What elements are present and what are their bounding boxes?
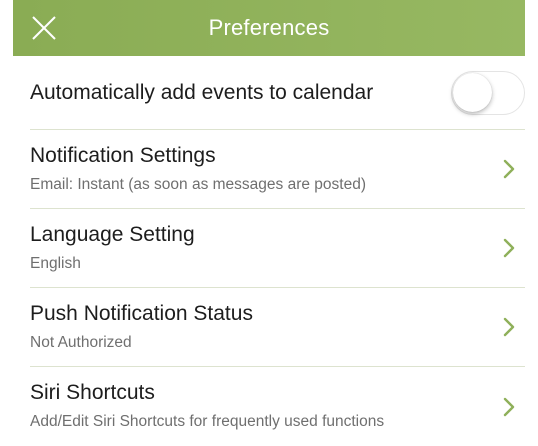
toggle-knob: [453, 72, 492, 112]
siri-shortcuts-row[interactable]: Siri Shortcuts Add/Edit Siri Shortcuts f…: [30, 367, 525, 446]
chevron-right-icon: [503, 238, 515, 258]
calendar-auto-add-row: Automatically add events to calendar: [30, 56, 525, 130]
push-notification-status-subtitle: Not Authorized: [30, 334, 132, 351]
nav-header: Preferences: [13, 0, 525, 56]
notification-settings-title: Notification Settings: [30, 144, 216, 167]
siri-shortcuts-subtitle: Add/Edit Siri Shortcuts for frequently u…: [30, 413, 385, 430]
language-setting-subtitle: English: [30, 255, 81, 272]
preferences-list: Automatically add events to calendar Not…: [30, 56, 525, 446]
close-button[interactable]: [27, 11, 61, 45]
chevron-right-icon: [503, 159, 515, 179]
siri-shortcuts-title: Siri Shortcuts: [30, 381, 155, 404]
chevron-right-icon: [503, 397, 515, 417]
language-setting-row[interactable]: Language Setting English: [30, 209, 525, 288]
push-notification-status-title: Push Notification Status: [30, 302, 253, 325]
page-title: Preferences: [208, 15, 330, 40]
calendar-auto-add-label: Automatically add events to calendar: [30, 80, 374, 104]
push-notification-status-row[interactable]: Push Notification Status Not Authorized: [30, 288, 525, 367]
notification-settings-subtitle: Email: Instant (as soon as messages are …: [30, 176, 366, 193]
calendar-auto-add-toggle[interactable]: [451, 70, 525, 115]
notification-settings-row[interactable]: Notification Settings Email: Instant (as…: [30, 130, 525, 209]
chevron-right-icon: [503, 317, 515, 337]
close-icon: [32, 16, 56, 40]
language-setting-title: Language Setting: [30, 223, 195, 246]
